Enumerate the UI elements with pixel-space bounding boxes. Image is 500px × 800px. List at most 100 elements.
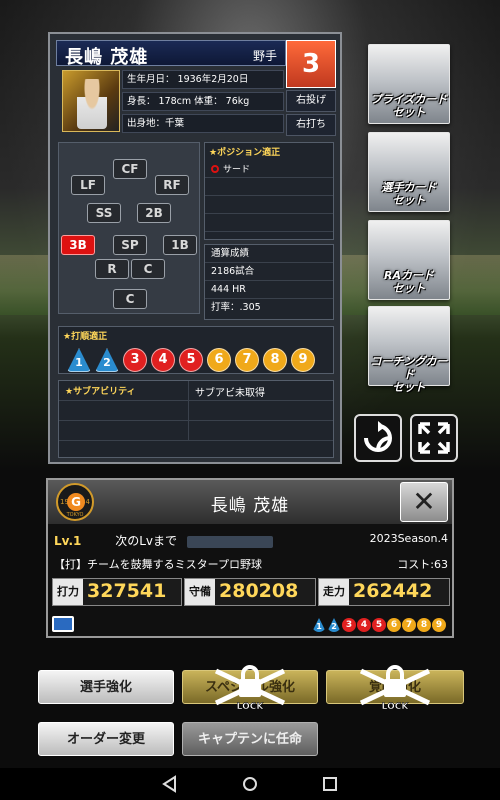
home-icon[interactable] bbox=[238, 774, 262, 794]
back-icon[interactable] bbox=[158, 774, 182, 794]
batting-order-7: 7 bbox=[235, 348, 259, 372]
career-games: 2186試合 bbox=[205, 263, 333, 281]
player-portrait bbox=[62, 70, 120, 132]
birthdate: 生年月日： 1936年2月20日 bbox=[122, 70, 284, 89]
ra-card-set-label: RAカード セット bbox=[384, 269, 434, 295]
career-record-panel: 通算成績 2186試合 444 HR 打率：.305 bbox=[204, 244, 334, 320]
batting-order-title: ★打順適正 bbox=[63, 332, 108, 342]
lock-text: LOCK bbox=[382, 702, 410, 711]
mini-order-5: 5 bbox=[372, 618, 386, 632]
position-aptitude-panel: ★ポジション適正 サード bbox=[204, 142, 334, 240]
appoint-captain-button[interactable]: キャプテンに任命 bbox=[182, 722, 318, 756]
pos-rf: RF bbox=[155, 175, 189, 195]
bats-label: 右打ち bbox=[286, 114, 336, 136]
card-type-icon bbox=[52, 616, 74, 632]
expand-icon bbox=[418, 422, 450, 454]
mini-order-4: 4 bbox=[357, 618, 371, 632]
player-enhance-button[interactable]: 選手強化 bbox=[38, 670, 174, 704]
pos-cf: CF bbox=[113, 159, 147, 179]
ra-card-set-button[interactable]: RAカード セット bbox=[368, 220, 450, 300]
aptitude-label: サード bbox=[223, 165, 251, 175]
sub-ability-title: ★サブアビリティ bbox=[59, 381, 189, 401]
cost-label: コスト:63 bbox=[397, 558, 448, 571]
next-level-bar bbox=[186, 535, 273, 548]
stat-defense: 守備 280208 bbox=[184, 578, 316, 606]
batting-order-3: 3 bbox=[123, 348, 147, 372]
player-position: 野手 bbox=[252, 49, 277, 63]
defense-field: CF LF RF SS 2B 3B SP 1B R C C bbox=[58, 142, 200, 314]
awaken-enhance-button[interactable]: 覚醒強化 LOCK bbox=[326, 665, 464, 711]
pos-c-closer: C bbox=[131, 259, 165, 279]
player-card-set-button[interactable]: 選手カード セット bbox=[368, 132, 450, 212]
pos-2b: 2B bbox=[137, 203, 171, 223]
stat-batting-value: 327541 bbox=[87, 580, 167, 602]
recents-icon[interactable] bbox=[318, 774, 342, 794]
batting-order-1: 1 bbox=[67, 348, 91, 372]
close-button[interactable]: ✕ bbox=[400, 482, 448, 522]
stat-speed: 走力 262442 bbox=[318, 578, 450, 606]
skill-row: 【打】チームを鼓舞するミスタープロ野球 コスト:63 bbox=[54, 556, 450, 572]
mini-order-2: 2 bbox=[327, 618, 341, 632]
batting-order-9: 9 bbox=[291, 348, 315, 372]
position-aptitude-title: ★ポジション適正 bbox=[209, 148, 281, 158]
player-name: 長嶋 茂雄 bbox=[65, 47, 149, 68]
pos-r: R bbox=[95, 259, 129, 279]
system-nav-bar bbox=[0, 768, 500, 800]
player-figure bbox=[77, 79, 107, 129]
sub-ability-panel: ★サブアビリティ サブアビ未取得 bbox=[58, 380, 334, 458]
expand-button[interactable] bbox=[410, 414, 458, 462]
aptitude-empty-row bbox=[205, 196, 333, 214]
pos-lf: LF bbox=[71, 175, 105, 195]
career-hr: 444 HR bbox=[205, 281, 333, 299]
mini-order-8: 8 bbox=[417, 618, 431, 632]
level-row: Lv.1 次のLvまで 2023Season.4 bbox=[54, 532, 450, 549]
skill-name: 【打】チームを鼓舞するミスタープロ野球 bbox=[54, 558, 263, 571]
mini-order-1: 1 bbox=[312, 618, 326, 632]
height-weight: 身長： 178cm 体重： 76kg bbox=[122, 92, 284, 111]
lock-text: LOCK bbox=[237, 702, 265, 711]
aptitude-empty-row bbox=[205, 178, 333, 196]
stat-batting: 打力 327541 bbox=[52, 578, 182, 606]
pos-1b: 1B bbox=[163, 235, 197, 255]
player-card: 長嶋 茂雄 野手 3 右投げ 右打ち 生年月日： 1936年2月20日 身長： … bbox=[48, 32, 342, 464]
stat-defense-value: 280208 bbox=[219, 580, 299, 602]
coaching-card-set-label: コーチングカード セット bbox=[370, 355, 448, 394]
prize-card-set-button[interactable]: プライズカード セット bbox=[368, 44, 450, 124]
lock-icon: LOCK bbox=[359, 665, 431, 711]
coaching-card-set-button[interactable]: コーチングカード セット bbox=[368, 306, 450, 394]
career-record-title: 通算成績 bbox=[205, 245, 333, 263]
sub-ability-grid: ★サブアビリティ サブアビ未取得 bbox=[59, 381, 333, 441]
player-info-panel: 19 34 G TOKYO 長嶋 茂雄 ✕ Lv.1 次のLvまで 2023Se… bbox=[46, 478, 454, 638]
info-player-name: 長嶋 茂雄 bbox=[210, 496, 290, 516]
aptitude-item: サード bbox=[205, 160, 333, 178]
stat-batting-label: 打力 bbox=[53, 579, 83, 605]
info-header: 19 34 G TOKYO 長嶋 茂雄 ✕ bbox=[48, 480, 452, 524]
batting-order-6: 6 bbox=[207, 348, 231, 372]
pos-3b: 3B bbox=[61, 235, 95, 255]
aptitude-dot-icon bbox=[211, 164, 219, 173]
sub-ability-cell bbox=[189, 421, 333, 441]
aptitude-empty-row bbox=[205, 214, 333, 232]
mini-order-7: 7 bbox=[402, 618, 416, 632]
batting-order-row: 123456789 bbox=[59, 344, 333, 376]
lock-icon: LOCK bbox=[214, 665, 286, 711]
pos-ss: SS bbox=[87, 203, 121, 223]
season-label: 2023Season.4 bbox=[369, 532, 448, 545]
refresh-button[interactable] bbox=[354, 414, 402, 462]
sub-ability-cell bbox=[189, 401, 333, 421]
throws-label: 右投げ bbox=[286, 90, 336, 112]
order-change-button[interactable]: オーダー変更 bbox=[38, 722, 174, 756]
player-card-set-label: 選手カード セット bbox=[381, 181, 437, 207]
mini-batting-order: 123456789 bbox=[312, 618, 446, 632]
next-level-label: 次のLvまで bbox=[115, 534, 178, 548]
batting-order-2: 2 bbox=[95, 348, 119, 372]
pos-c: C bbox=[113, 289, 147, 309]
stat-speed-value: 262442 bbox=[353, 580, 433, 602]
special-enhance-button[interactable]: スペシャル強化 LOCK bbox=[182, 665, 318, 711]
batting-order-4: 4 bbox=[151, 348, 175, 372]
stat-speed-label: 走力 bbox=[319, 579, 349, 605]
pos-sp: SP bbox=[113, 235, 147, 255]
card-header: 長嶋 茂雄 野手 bbox=[56, 40, 286, 68]
mini-order-6: 6 bbox=[387, 618, 401, 632]
mini-order-3: 3 bbox=[342, 618, 356, 632]
